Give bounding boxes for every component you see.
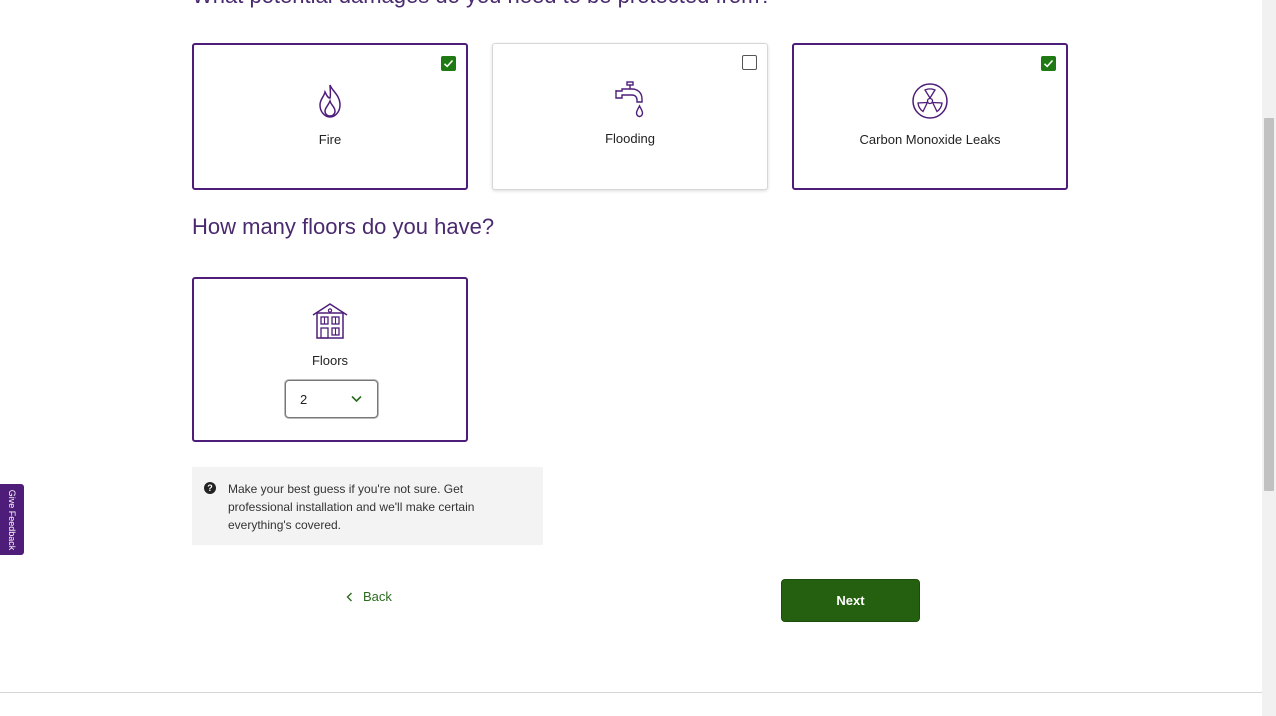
damage-option-label: Flooding (605, 131, 655, 146)
faucet-icon (615, 81, 644, 118)
carbon-monoxide-checkbox[interactable] (1041, 56, 1056, 71)
give-feedback-tab[interactable]: Give Feedback (0, 484, 24, 555)
footer-divider (0, 692, 1262, 693)
hint-box: ? Make your best guess if you're not sur… (192, 467, 543, 545)
next-button[interactable]: Next (781, 579, 920, 622)
flooding-checkbox[interactable] (742, 55, 757, 70)
give-feedback-label: Give Feedback (7, 489, 17, 550)
question-floors-heading: How many floors do you have? (192, 214, 495, 239)
question-circle-icon: ? (204, 482, 216, 494)
back-label: Back (363, 589, 392, 604)
floors-label: Floors (311, 353, 349, 368)
damage-option-flooding[interactable]: Flooding (492, 43, 768, 190)
back-link[interactable]: Back (346, 589, 392, 604)
scrollbar-thumb[interactable] (1264, 118, 1274, 491)
floors-select[interactable]: 2 (285, 380, 378, 418)
damage-option-carbon-monoxide[interactable]: Carbon Monoxide Leaks (792, 43, 1068, 190)
damage-option-fire[interactable]: Fire (192, 43, 468, 190)
page-scrollbar[interactable] (1262, 0, 1276, 716)
house-icon (312, 303, 348, 339)
svg-text:?: ? (207, 483, 213, 493)
damage-option-label: Fire (318, 132, 342, 147)
radiation-icon (912, 83, 948, 119)
fire-checkbox[interactable] (441, 56, 456, 71)
chevron-left-icon (346, 592, 352, 601)
floors-card: Floors 2 (192, 277, 468, 442)
page: What potential damages do you need to be… (0, 0, 1262, 716)
chevron-down-icon (351, 395, 362, 403)
question-damages-heading: What potential damages do you need to be… (192, 0, 772, 9)
floors-select-value: 2 (300, 392, 308, 407)
hint-text: Make your best guess if you're not sure.… (228, 482, 475, 532)
damage-option-label: Carbon Monoxide Leaks (859, 132, 1001, 147)
fire-icon (319, 84, 341, 118)
